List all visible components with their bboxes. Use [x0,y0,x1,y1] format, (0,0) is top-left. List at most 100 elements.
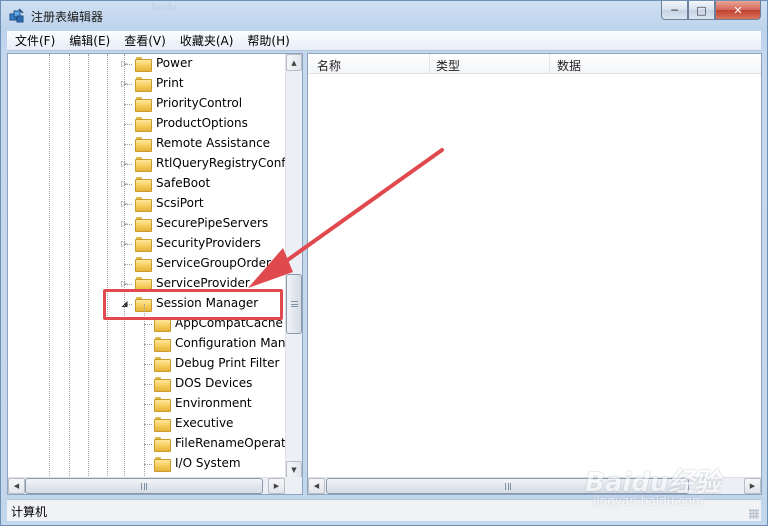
registry-tree[interactable]: ▷ Power ▷ Print PriorityControl ProductOption… [8,54,286,478]
menu-file[interactable]: 文件(F) [7,32,61,50]
tree-node-label: SecurePipeServers [156,216,269,230]
tree-connector-line [144,364,152,365]
tree-node[interactable]: ▷ RtlQueryRegistryConfig [8,154,286,174]
tree-node-label: SecurityProviders [156,236,261,250]
menu-favorites[interactable]: 收藏夹(A) [172,32,240,50]
folder-icon [154,357,171,372]
tree-node[interactable]: AppCompatCache [8,314,286,334]
folder-icon [135,217,152,232]
tree-node-label: Environment [175,396,252,410]
tree-vertical-scrollbar[interactable]: ▲ ▼ [285,54,302,478]
folder-icon [135,277,152,292]
folder-icon [154,437,171,452]
folder-icon [135,57,152,72]
tree-node[interactable]: ProductOptions [8,114,286,134]
tree-node-label: PriorityControl [156,96,243,110]
tree-horizontal-scrollbar[interactable]: ◀ ▶ [8,477,285,494]
tree-node-label: Debug Print Filter [175,356,280,370]
column-divider[interactable] [549,54,550,74]
tree-node[interactable]: Remote Assistance [8,134,286,154]
tree-node[interactable]: I/O System [8,454,286,474]
tree-node-label: FileRenameOperatio [175,436,286,450]
folder-icon [135,157,152,172]
tree-node-label: I/O System [175,456,241,470]
column-name[interactable]: 名称 [317,57,341,74]
scroll-right-button[interactable]: ▶ [268,478,285,494]
tree-node[interactable]: PriorityControl [8,94,286,114]
tree-node-label: SafeBoot [156,176,211,190]
tree-node-label: RtlQueryRegistryConfig [156,156,286,170]
minimize-button[interactable]: ─ [661,1,688,20]
tree-node[interactable]: ▷ Print [8,74,286,94]
background-ghost-title: Baidu [151,3,177,13]
tree-node[interactable]: ServiceGroupOrder [8,254,286,274]
scroll-left-button[interactable]: ◀ [8,478,25,494]
registry-editor-window: 注册表编辑器 Baidu ─ □ ✕ 文件(F) 编辑(E) 查看(V) 收藏夹… [0,0,768,526]
tree-node[interactable]: Environment [8,394,286,414]
folder-icon [135,137,152,152]
tree-node[interactable]: Debug Print Filter [8,354,286,374]
tree-node-label: ServiceProvider [156,276,250,290]
grip-icon [290,301,298,307]
scroll-down-button[interactable]: ▼ [286,461,302,478]
tree-node-label: ScsiPort [156,196,204,210]
tree-guide-line [124,54,125,478]
resize-grip-icon[interactable] [749,509,759,519]
list-header: 名称 类型 数据 [308,54,761,74]
registry-tree-pane[interactable]: ▷ Power ▷ Print PriorityControl ProductOption… [7,53,303,495]
values-list-pane[interactable]: 名称 类型 数据 ◀ ▶ [307,53,762,495]
tree-connector-line [124,104,132,105]
tree-node[interactable]: DOS Devices [8,374,286,394]
scroll-up-button[interactable]: ▲ [286,54,302,71]
close-button[interactable]: ✕ [715,1,761,20]
tree-node[interactable]: FileRenameOperatio [8,434,286,454]
tree-node-label: AppCompatCache [175,316,283,330]
tree-connector-line [124,124,132,125]
scroll-right-button[interactable]: ▶ [744,478,761,494]
folder-icon [135,97,152,112]
folder-icon [135,77,152,92]
tree-node-label: Session Manager [156,296,259,310]
folder-icon [154,417,171,432]
folder-icon [154,377,171,392]
tree-node[interactable]: ▷ SafeBoot [8,174,286,194]
vertical-scroll-thumb[interactable] [286,274,302,334]
tree-guide-line [144,304,145,478]
tree-connector-line [144,344,152,345]
horizontal-scroll-thumb[interactable] [25,478,263,494]
tree-connector-line [124,264,132,265]
grip-icon [504,482,511,490]
tree-connector-line [124,144,132,145]
tree-node[interactable]: ◢ Session Manager [8,294,286,314]
scroll-corner [285,477,302,494]
title-bar[interactable]: 注册表编辑器 Baidu ─ □ ✕ [1,1,767,31]
tree-node-label: Remote Assistance [156,136,271,150]
tree-connector-line [144,404,152,405]
column-divider[interactable] [429,54,430,74]
tree-node[interactable]: ▷ SecurePipeServers [8,214,286,234]
column-data[interactable]: 数据 [557,57,581,74]
tree-node[interactable]: ▷ ServiceProvider [8,274,286,294]
tree-node[interactable]: ▷ SecurityProviders [8,234,286,254]
folder-icon [135,237,152,252]
menu-edit[interactable]: 编辑(E) [61,32,116,50]
column-type[interactable]: 类型 [436,57,460,74]
tree-node-label: Power [156,56,193,70]
tree-node[interactable]: ▷ ScsiPort [8,194,286,214]
menu-view[interactable]: 查看(V) [116,32,172,50]
maximize-button[interactable]: □ [688,1,715,20]
tree-node[interactable]: Executive [8,414,286,434]
tree-node-label: ProductOptions [156,116,248,130]
menu-bar: 文件(F) 编辑(E) 查看(V) 收藏夹(A) 帮助(H) [7,31,761,51]
status-path: 计算机 [11,505,48,519]
menu-help[interactable]: 帮助(H) [239,32,295,50]
folder-icon [135,177,152,192]
list-horizontal-scrollbar[interactable]: ◀ ▶ [308,477,761,494]
horizontal-scroll-thumb[interactable] [326,478,689,494]
tree-node[interactable]: ▷ Power [8,54,286,74]
tree-connector-line [144,384,152,385]
scroll-left-button[interactable]: ◀ [308,478,325,494]
tree-connector-line [144,424,152,425]
regedit-app-icon [9,8,24,23]
tree-node[interactable]: Configuration Mana [8,334,286,354]
